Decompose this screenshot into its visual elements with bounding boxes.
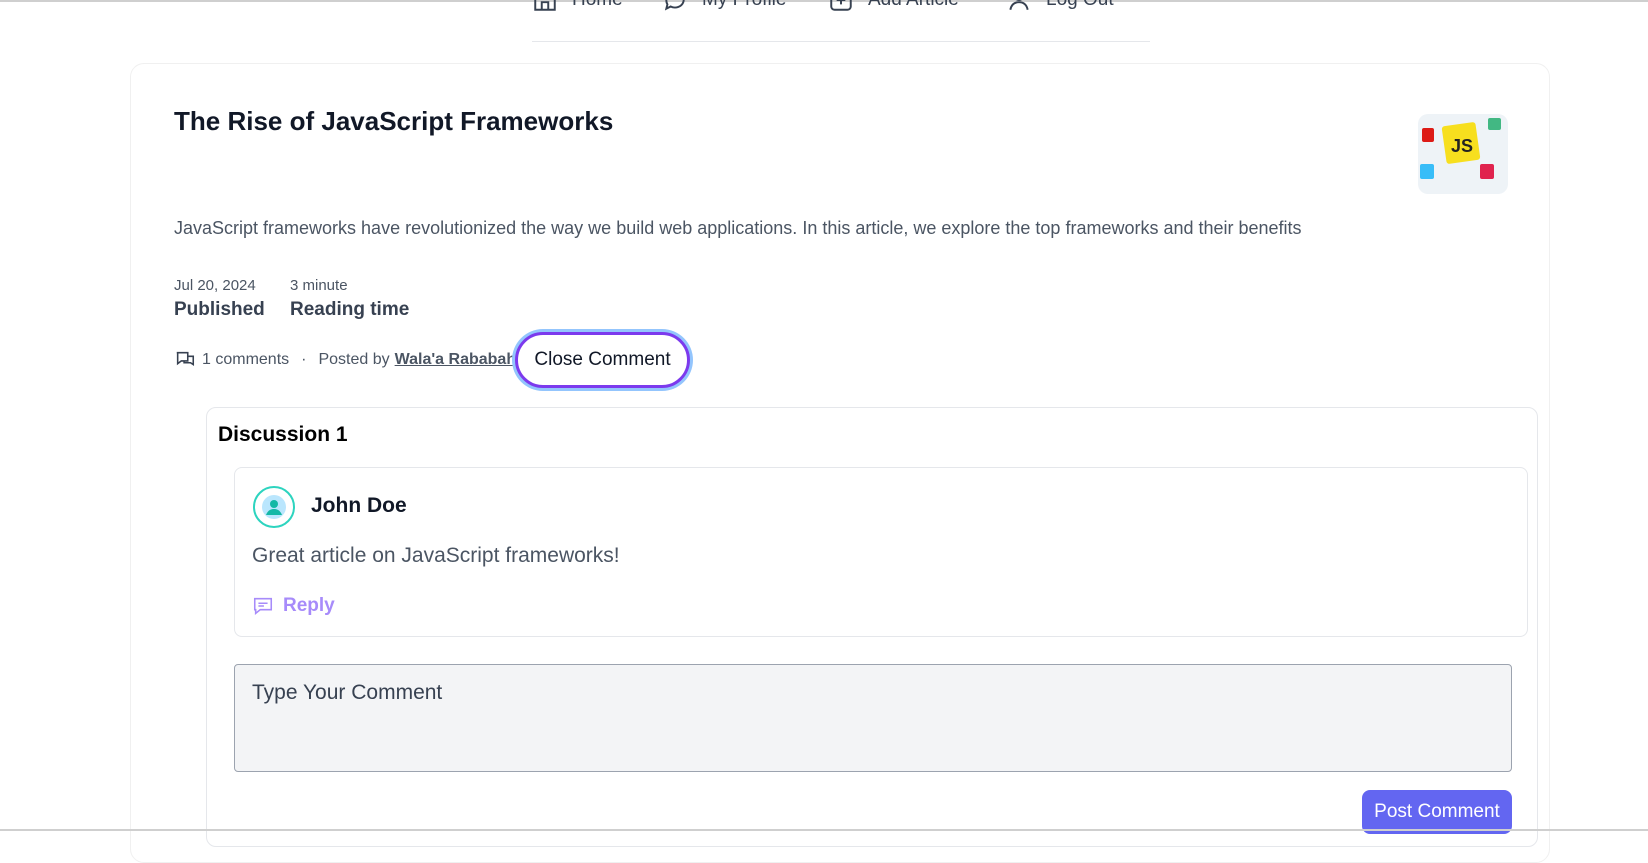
top-nav: Home My Profile Add Article Log Out	[532, 0, 1150, 42]
article-thumbnail: JS	[1418, 114, 1508, 194]
plus-square-icon	[830, 0, 852, 11]
comment-author: John Doe	[311, 494, 407, 517]
reply-button[interactable]: Reply	[252, 595, 335, 617]
user-icon	[1009, 0, 1029, 10]
javascript-frameworks-illustration: JS	[1420, 118, 1501, 179]
reading-time-meta: 3 minute Reading time	[290, 277, 409, 321]
chat-bubble-icon	[664, 0, 685, 11]
article-title: The Rise of JavaScript Frameworks	[174, 106, 614, 136]
reply-icon	[253, 597, 273, 615]
nav-item-my-profile[interactable]: My Profile	[662, 0, 786, 13]
posted-by-label: Posted by	[318, 351, 390, 368]
close-comment-button[interactable]: Close Comment	[515, 332, 690, 388]
article-comment-info: 1 comments · Posted by Wala'a Rababah	[174, 349, 516, 371]
comment-input[interactable]	[234, 664, 1512, 772]
nav-log-out-label: Log Out	[1046, 0, 1114, 11]
home-icon	[534, 0, 556, 11]
discussion-title: Discussion 1	[218, 423, 348, 446]
published-date: Jul 20, 2024	[174, 277, 256, 294]
comment-text: Great article on JavaScript frameworks!	[252, 544, 620, 567]
published-meta: Jul 20, 2024 Published	[174, 277, 265, 321]
nav-add-article-label: Add Article	[868, 0, 959, 11]
nav-item-add-article[interactable]: Add Article	[828, 0, 959, 13]
article-excerpt: JavaScript frameworks have revolutionize…	[174, 218, 1302, 238]
reading-time-value: 3 minute	[290, 277, 348, 294]
author-link[interactable]: Wala'a Rababah	[395, 351, 516, 369]
meta-separator: ·	[301, 351, 307, 368]
reply-label: Reply	[283, 595, 335, 616]
comments-count: 1 comments	[202, 351, 290, 368]
nav-home-label: Home	[572, 0, 623, 11]
post-comment-button[interactable]: Post Comment	[1362, 790, 1512, 834]
reading-time-label: Reading time	[290, 299, 410, 320]
js-logo-text: JS	[1451, 136, 1473, 156]
nav-my-profile-label: My Profile	[702, 0, 786, 11]
avatar-icon	[253, 486, 295, 528]
comments-icon	[176, 351, 195, 367]
nav-item-log-out[interactable]: Log Out	[1006, 0, 1114, 13]
published-label: Published	[174, 299, 265, 320]
nav-item-home[interactable]: Home	[532, 0, 623, 13]
